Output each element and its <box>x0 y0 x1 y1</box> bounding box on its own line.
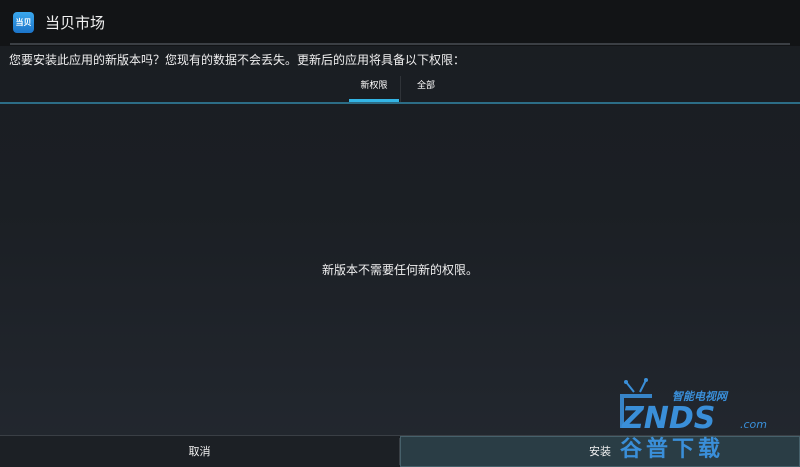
app-icon-label: 当贝 <box>15 18 32 27</box>
app-title: 当贝市场 <box>45 14 106 32</box>
app-icon: 当贝 <box>13 12 34 33</box>
install-prompt: 您要安装此应用的新版本吗？您现有的数据不会丢失。更新后的应用将具备以下权限： <box>9 53 466 67</box>
cancel-button[interactable]: 取消 <box>0 436 399 467</box>
tabs-underline <box>0 102 800 104</box>
watermark-line2: 谷普下载 <box>620 436 724 462</box>
tv-antenna-right-icon <box>639 379 647 393</box>
watermark-brand: ZNDS <box>621 401 715 436</box>
title-bar: 当贝 当贝市场 <box>0 0 800 46</box>
watermark-domain: .com <box>740 418 767 431</box>
tab-all-permissions[interactable]: 全部 <box>401 76 451 102</box>
title-divider <box>10 43 790 45</box>
no-new-permissions-message: 新版本不需要任何新的权限。 <box>321 263 478 277</box>
znds-watermark: 智能电视网 ZNDS .com 谷普下载 <box>620 378 767 462</box>
